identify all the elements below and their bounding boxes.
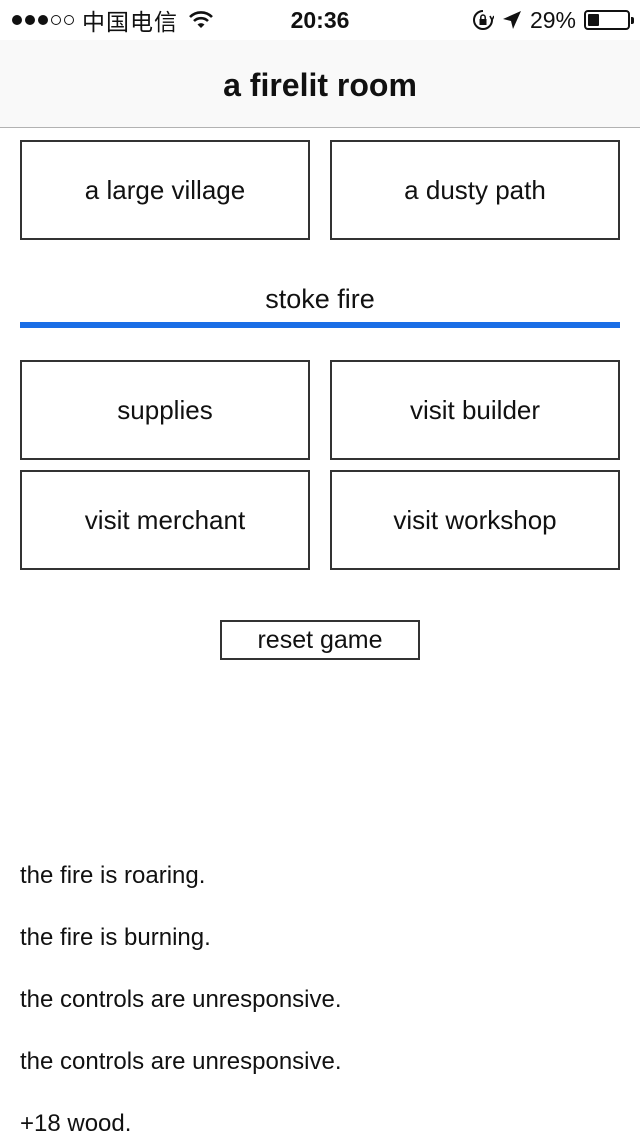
event-log: the fire is roaring. the fire is burning… xyxy=(20,856,620,1136)
stoke-fire-progress-fill xyxy=(20,322,620,328)
log-entry: +18 wood. xyxy=(20,1110,132,1136)
log-entry: the fire is roaring. xyxy=(20,862,206,889)
log-entry: the controls are unresponsive. xyxy=(20,986,342,1013)
status-right: 29% xyxy=(472,6,634,34)
visit-builder-button[interactable]: visit builder xyxy=(330,360,620,460)
stoke-fire-progress-bar xyxy=(20,322,620,328)
page-title: a firelit room xyxy=(223,67,417,103)
stoke-fire-button[interactable]: stoke fire xyxy=(20,270,620,328)
location-button-village[interactable]: a large village xyxy=(20,140,310,240)
orientation-lock-icon xyxy=(472,10,494,30)
visit-merchant-button[interactable]: visit merchant xyxy=(20,470,310,570)
location-arrow-icon xyxy=(502,11,521,29)
status-bar: 中国电信 20:36 29% xyxy=(0,0,640,40)
supplies-button[interactable]: supplies xyxy=(20,360,310,460)
stoke-fire-label: stoke fire xyxy=(265,284,375,314)
battery-fill xyxy=(588,14,600,26)
location-button-path[interactable]: a dusty path xyxy=(330,140,620,240)
battery-icon xyxy=(584,10,634,30)
log-entry: the controls are unresponsive. xyxy=(20,1048,342,1075)
battery-percent: 29% xyxy=(529,6,576,33)
visit-workshop-button[interactable]: visit workshop xyxy=(330,470,620,570)
nav-bar: a firelit room xyxy=(0,40,640,128)
reset-game-button[interactable]: reset game xyxy=(220,620,420,660)
log-entry: the fire is burning. xyxy=(20,924,211,951)
